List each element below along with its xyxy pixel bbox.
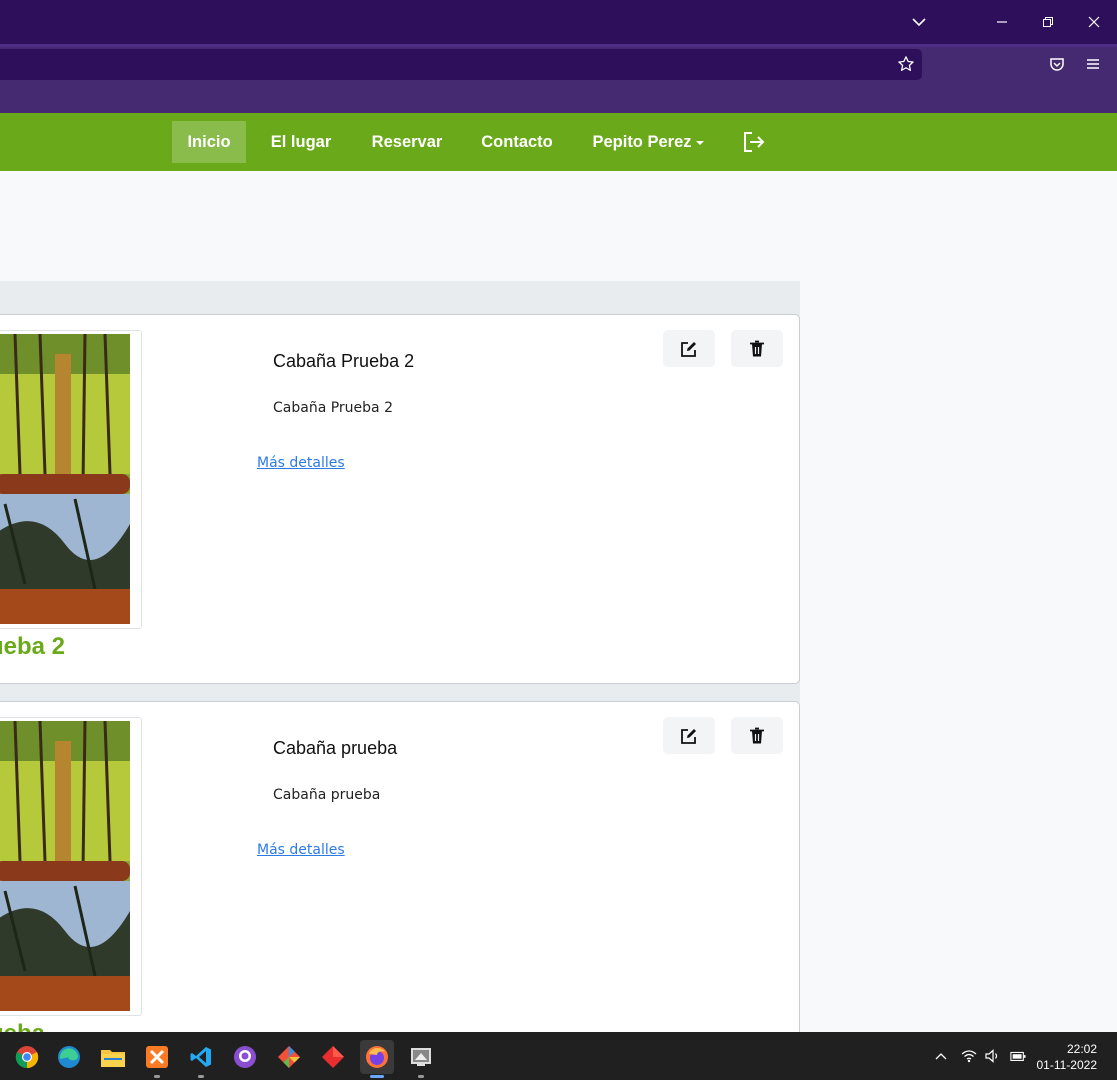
user-menu-dropdown[interactable]: Pepito Perez	[584, 121, 712, 163]
firefox-icon[interactable]	[360, 1040, 394, 1078]
show-hidden-icons-icon[interactable]	[933, 1048, 949, 1064]
clock-time: 22:02	[1066, 1042, 1097, 1056]
minimize-icon[interactable]	[988, 10, 1016, 34]
cabin-photo	[0, 717, 142, 1016]
nav-reservar[interactable]: Reservar	[362, 121, 452, 163]
git-icon[interactable]	[272, 1040, 306, 1074]
cabin-photo	[0, 330, 142, 629]
battery-icon[interactable]	[1010, 1048, 1026, 1064]
volume-icon[interactable]	[985, 1048, 1001, 1064]
cabin-name-caption: ueba 2	[0, 633, 66, 660]
logout-button[interactable]	[734, 121, 774, 163]
active-indicator	[370, 1075, 384, 1078]
running-indicator	[418, 1075, 424, 1078]
logout-icon	[744, 132, 765, 152]
cabin-title: Cabaña prueba	[273, 738, 398, 758]
cabin-card: ueba 2 Cabaña Prueba 2 Cabaña Prueba 2 M…	[0, 314, 800, 684]
caret-down-icon	[695, 140, 704, 145]
more-details-link[interactable]: Más detalles	[257, 455, 345, 471]
red-app-icon[interactable]	[316, 1040, 350, 1074]
delete-button[interactable]	[731, 330, 783, 367]
browser-toolbar	[0, 47, 1117, 113]
edge-icon[interactable]	[52, 1040, 86, 1074]
user-menu-label: Pepito Perez	[592, 133, 692, 151]
cabin-description: Cabaña Prueba 2	[273, 400, 393, 416]
browser-title-bar	[0, 0, 1117, 47]
edit-button[interactable]	[663, 717, 715, 754]
more-details-link[interactable]: Más detalles	[257, 842, 345, 858]
site-navbar: Inicio El lugar Reservar Contacto Pepito…	[0, 113, 1117, 171]
bookmark-star-icon[interactable]	[893, 51, 919, 77]
wifi-icon[interactable]	[961, 1048, 977, 1064]
running-indicator	[154, 1075, 160, 1078]
edit-icon	[681, 728, 696, 744]
trash-icon	[750, 340, 764, 356]
edit-button[interactable]	[663, 330, 715, 367]
cabin-description: Cabaña prueba	[273, 787, 381, 803]
cabin-name-caption: ueba	[0, 1020, 45, 1032]
restore-icon[interactable]	[1034, 10, 1062, 34]
system-clock[interactable]: 22:02 01-11-2022	[1037, 1041, 1098, 1073]
address-bar[interactable]	[0, 49, 922, 80]
pocket-icon[interactable]	[1044, 51, 1070, 77]
running-indicator	[198, 1075, 204, 1078]
github-desktop-icon[interactable]	[228, 1040, 262, 1074]
nav-el-lugar[interactable]: El lugar	[262, 121, 340, 163]
cabin-title: Cabaña Prueba 2	[273, 351, 415, 371]
windows-taskbar: 22:02 01-11-2022	[0, 1032, 1117, 1080]
nav-contacto[interactable]: Contacto	[472, 121, 562, 163]
list-all-tabs-icon[interactable]	[905, 10, 933, 34]
virtual-machine-icon[interactable]	[404, 1040, 438, 1078]
trash-icon	[750, 727, 764, 743]
edit-icon	[681, 341, 696, 357]
nav-inicio[interactable]: Inicio	[172, 121, 246, 163]
cabin-card: ueba Cabaña prueba Cabaña prueba Más det…	[0, 701, 800, 1032]
main-content: ueba 2 Cabaña Prueba 2 Cabaña Prueba 2 M…	[0, 171, 1117, 1032]
close-icon[interactable]	[1080, 10, 1108, 34]
delete-button[interactable]	[731, 717, 783, 754]
file-explorer-icon[interactable]	[96, 1040, 130, 1074]
xampp-icon[interactable]	[140, 1040, 174, 1078]
chrome-icon[interactable]	[10, 1040, 44, 1074]
clock-date: 01-11-2022	[1036, 1058, 1098, 1072]
menu-icon[interactable]	[1080, 51, 1106, 77]
vscode-icon[interactable]	[184, 1040, 218, 1078]
